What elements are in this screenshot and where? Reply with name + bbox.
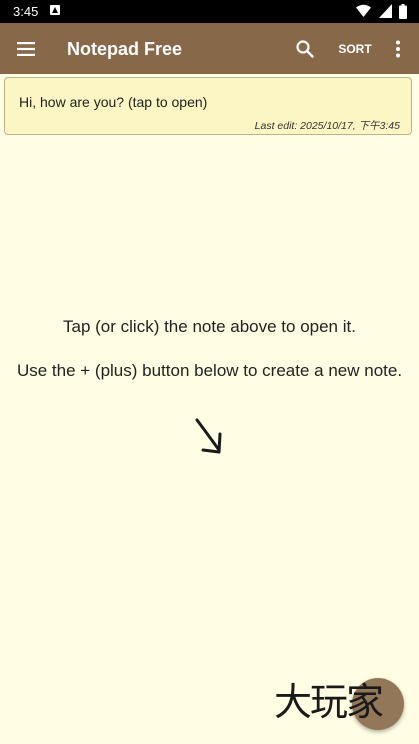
menu-icon xyxy=(17,42,35,56)
note-text: Hi, how are you? (tap to open) xyxy=(19,94,208,110)
arrow-down-right-icon xyxy=(195,418,222,454)
battery-icon xyxy=(399,4,407,19)
watermark-logo: 大玩家 xyxy=(274,680,384,724)
wifi-icon xyxy=(356,4,372,17)
note-card[interactable]: Hi, how are you? (tap to open) Last edit… xyxy=(4,77,412,135)
hint-open-note: Tap (or click) the note above to open it… xyxy=(63,317,356,336)
app-bar: Notepad Free SORT xyxy=(0,23,419,74)
menu-button[interactable] xyxy=(12,35,40,63)
sort-button[interactable]: SORT xyxy=(333,39,377,59)
search-button[interactable] xyxy=(292,36,318,62)
more-vert-icon xyxy=(396,40,400,58)
a-notification-icon xyxy=(50,5,60,15)
status-icons xyxy=(353,4,407,19)
cell-signal-icon xyxy=(378,4,392,18)
note-last-edit: Last edit: 2025/10/17, 下午3:45 xyxy=(254,120,400,132)
status-bar: 3:45 xyxy=(0,0,419,23)
more-options-button[interactable] xyxy=(388,36,408,62)
screen: 3:45 Notepad Free SORT Hi, how are you? … xyxy=(0,0,419,744)
hint-create-note: Use the + (plus) button below to create … xyxy=(16,361,403,380)
search-icon xyxy=(296,40,314,58)
status-time: 3:45 xyxy=(13,4,39,19)
app-title: Notepad Free xyxy=(67,39,183,59)
